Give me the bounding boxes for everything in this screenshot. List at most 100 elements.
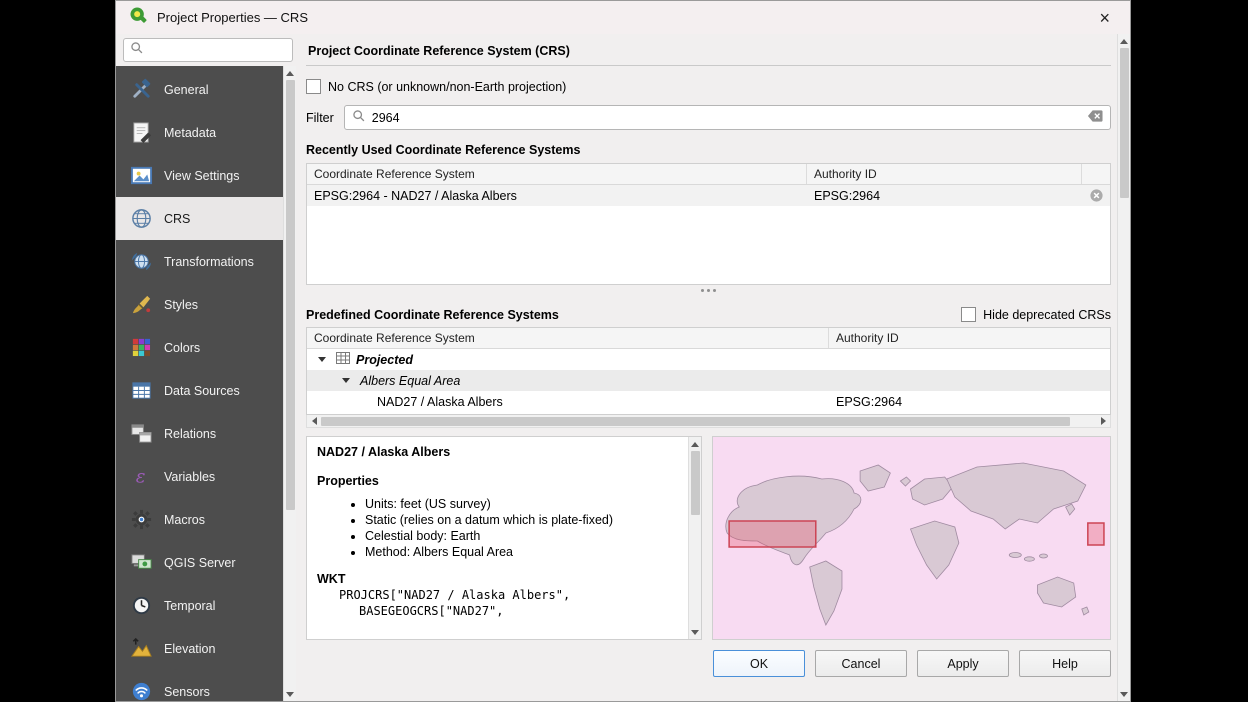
hscrollbar-thumb[interactable] <box>321 417 1070 426</box>
sidebar-search-box[interactable] <box>123 38 293 62</box>
view-settings-icon <box>129 164 153 188</box>
crs-globe-icon <box>129 207 153 231</box>
predefined-table-hscrollbar[interactable] <box>306 415 1111 428</box>
page-scrollbar[interactable] <box>1117 34 1130 701</box>
collapse-icon[interactable] <box>314 357 330 362</box>
predefined-crs-title: Predefined Coordinate Reference Systems <box>306 308 559 322</box>
search-icon <box>352 109 366 126</box>
sidebar-item-crs[interactable]: CRS <box>116 197 283 240</box>
window-title: Project Properties — CRS <box>157 10 308 25</box>
filter-input[interactable] <box>372 111 1081 125</box>
scroll-up-icon[interactable] <box>284 66 296 80</box>
crs-detail-panels: NAD27 / Alaska Albers Properties Units: … <box>306 436 1111 640</box>
predefined-crs-authority: EPSG:2964 <box>829 395 1110 409</box>
apply-button[interactable]: Apply <box>917 650 1009 677</box>
scroll-down-icon[interactable] <box>1118 687 1130 701</box>
details-scrollbar[interactable] <box>688 437 701 639</box>
scroll-up-icon[interactable] <box>1118 34 1130 48</box>
sidebar-item-label: CRS <box>164 212 190 226</box>
cancel-button[interactable]: Cancel <box>815 650 907 677</box>
column-header-crs[interactable]: Coordinate Reference System <box>307 328 829 348</box>
settings-nav: General Metadata View Se <box>116 66 283 701</box>
recent-crs-authority: EPSG:2964 <box>807 189 1082 203</box>
property-item: Method: Albers Equal Area <box>365 545 684 559</box>
help-button[interactable]: Help <box>1019 650 1111 677</box>
metadata-icon <box>129 121 153 145</box>
sidebar-item-variables[interactable]: ε Variables <box>116 455 283 498</box>
sidebar-item-label: Styles <box>164 298 198 312</box>
sidebar-item-view-settings[interactable]: View Settings <box>116 154 283 197</box>
ok-button[interactable]: OK <box>713 650 805 677</box>
sidebar-item-styles[interactable]: Styles <box>116 283 283 326</box>
splitter-handle[interactable] <box>306 285 1111 295</box>
column-header-actions[interactable] <box>1082 164 1110 184</box>
hide-deprecated-checkbox[interactable] <box>961 307 976 322</box>
clear-filter-icon[interactable] <box>1087 109 1103 126</box>
svg-text:ε: ε <box>135 466 145 487</box>
wkt-heading: WKT <box>317 572 684 586</box>
no-crs-checkbox[interactable] <box>306 79 321 94</box>
project-properties-dialog: Project Properties — CRS × <box>115 0 1131 702</box>
tree-row-nad27-alaska-albers[interactable]: NAD27 / Alaska Albers EPSG:2964 <box>307 391 1110 412</box>
sidebar-item-qgis-server[interactable]: QGIS Server <box>116 541 283 584</box>
sidebar: General Metadata View Se <box>116 34 296 701</box>
wkt-line: BASEGEOGCRS["NAD27", <box>317 604 684 618</box>
filter-input-box[interactable] <box>344 105 1111 130</box>
title-bar: Project Properties — CRS × <box>116 1 1130 34</box>
page-title: Project Coordinate Reference System (CRS… <box>306 42 1111 66</box>
tree-subgroup-label: Albers Equal Area <box>360 374 460 388</box>
collapse-icon[interactable] <box>338 378 354 383</box>
page-scrollbar-thumb[interactable] <box>1120 48 1129 198</box>
sidebar-item-transformations[interactable]: Transformations <box>116 240 283 283</box>
elevation-icon <box>129 637 153 661</box>
sidebar-item-label: Data Sources <box>164 384 240 398</box>
sidebar-item-label: Sensors <box>164 685 210 699</box>
column-header-authority-id[interactable]: Authority ID <box>829 328 1110 348</box>
sidebar-item-data-sources[interactable]: Data Sources <box>116 369 283 412</box>
predefined-table-header: Coordinate Reference System Authority ID <box>307 328 1110 349</box>
tree-row-albers-equal-area[interactable]: Albers Equal Area <box>307 370 1110 391</box>
sidebar-item-general[interactable]: General <box>116 68 283 111</box>
sidebar-item-relations[interactable]: Relations <box>116 412 283 455</box>
details-scrollbar-thumb[interactable] <box>691 451 700 515</box>
sidebar-item-colors[interactable]: Colors <box>116 326 283 369</box>
scroll-down-icon[interactable] <box>689 625 701 639</box>
sidebar-item-elevation[interactable]: Elevation <box>116 627 283 670</box>
scroll-left-icon[interactable] <box>307 415 321 427</box>
scroll-up-icon[interactable] <box>689 437 701 451</box>
macros-icon <box>129 508 153 532</box>
sidebar-item-label: QGIS Server <box>164 556 236 570</box>
sidebar-item-label: View Settings <box>164 169 240 183</box>
sidebar-item-sensors[interactable]: Sensors <box>116 670 283 701</box>
dialog-body: General Metadata View Se <box>116 34 1130 701</box>
remove-recent-crs-button[interactable] <box>1082 188 1110 203</box>
sidebar-search-input[interactable] <box>149 43 286 57</box>
temporal-icon <box>129 594 153 618</box>
column-header-crs[interactable]: Coordinate Reference System <box>307 164 807 184</box>
sidebar-scrollbar-thumb[interactable] <box>286 80 295 510</box>
recent-table-empty-area <box>307 206 1110 284</box>
recent-crs-name: EPSG:2964 - NAD27 / Alaska Albers <box>307 189 807 203</box>
property-item: Celestial body: Earth <box>365 529 684 543</box>
properties-list: Units: feet (US survey) Static (relies o… <box>317 497 684 559</box>
general-icon <box>129 78 153 102</box>
qgis-server-icon <box>129 551 153 575</box>
sidebar-scrollbar[interactable] <box>283 66 296 701</box>
sidebar-item-metadata[interactable]: Metadata <box>116 111 283 154</box>
sidebar-item-label: Relations <box>164 427 216 441</box>
recent-crs-table: Coordinate Reference System Authority ID… <box>306 163 1111 285</box>
close-button[interactable]: × <box>1093 7 1116 29</box>
crs-details-panel: NAD27 / Alaska Albers Properties Units: … <box>306 436 702 640</box>
tree-group-label: Projected <box>356 353 413 367</box>
tree-row-projected[interactable]: Projected <box>307 349 1110 370</box>
crs-details-text: NAD27 / Alaska Albers Properties Units: … <box>307 437 688 639</box>
recent-table-header: Coordinate Reference System Authority ID <box>307 164 1110 185</box>
scroll-right-icon[interactable] <box>1096 415 1110 427</box>
scroll-down-icon[interactable] <box>284 687 296 701</box>
property-item: Static (relies on a datum which is plate… <box>365 513 684 527</box>
recent-crs-row[interactable]: EPSG:2964 - NAD27 / Alaska Albers EPSG:2… <box>307 185 1110 206</box>
properties-heading: Properties <box>317 474 684 488</box>
column-header-authority-id[interactable]: Authority ID <box>807 164 1082 184</box>
sidebar-item-macros[interactable]: Macros <box>116 498 283 541</box>
sidebar-item-temporal[interactable]: Temporal <box>116 584 283 627</box>
